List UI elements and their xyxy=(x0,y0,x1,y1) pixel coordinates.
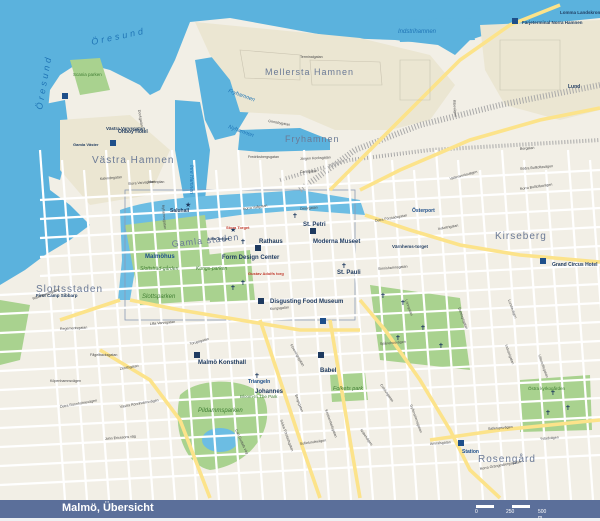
street-label-0: Terminalgatan xyxy=(300,55,323,59)
landmark-label-7: Malmö Konsthall xyxy=(198,360,246,366)
street-label-11: Köpenhamnsvägen xyxy=(50,379,81,383)
landmark-label-22: Värnhems-torget xyxy=(392,244,429,249)
park-kungsparken: Kungs-parken xyxy=(196,266,227,272)
map-canvas: ✝✝✝✝★★✝✝✝✝✝✝✝✝✝✝ ÖresundÖresundIndstriha… xyxy=(0,0,600,500)
street-label-10: Fågelbacksgatan xyxy=(90,353,117,357)
landmark-label-10: Babel xyxy=(320,368,337,374)
map-title: Malmö, Übersicht xyxy=(62,502,154,514)
district-fryhamnen: Fryhamnen xyxy=(285,134,340,144)
cemetery-cross-icon-2: ✝ xyxy=(420,324,426,332)
park-slottstradgarden: Slottsträd-gården xyxy=(140,265,179,272)
landmark-label-3: Moderna Museet xyxy=(313,239,360,245)
landmark-label-1: St. Petri xyxy=(303,222,326,228)
landmark-label-2: Rathaus xyxy=(259,239,283,245)
park-ostra-kyrkogarden: Östra kyrkogården xyxy=(528,385,566,391)
museum-icon-5 xyxy=(194,352,200,358)
landmark-label-11: Saluhall xyxy=(170,208,190,214)
church-icon-3: ✝ xyxy=(341,262,347,270)
cemetery-cross-icon-5: ✝ xyxy=(230,284,236,292)
landmark-label-14: Gamla Väster xyxy=(73,142,99,147)
water-label-industrihamnen: Indstrihamnen xyxy=(398,29,437,35)
scale-label-250: 250 xyxy=(506,509,515,515)
hotel-icon xyxy=(110,140,116,146)
district-kirseberg: Kirseberg xyxy=(495,231,547,242)
landmark-label-24: Västra Varvsgatan xyxy=(106,126,145,131)
landmark-label-17: Gustav Adolfs torg xyxy=(248,271,284,276)
info-icon xyxy=(62,93,68,99)
park-folkets: Folkets park xyxy=(333,386,363,392)
landmark-label-15: Stora Torget xyxy=(226,225,250,230)
landmark-label-23: Station xyxy=(462,449,479,455)
cemetery-cross-icon-8: ✝ xyxy=(565,404,571,412)
park-pildammsparken: Pildammsparken xyxy=(198,408,243,414)
landmark-label-16: Lilla Torget xyxy=(208,236,230,241)
map-footer: Malmö, Übersicht 0 250 500 m xyxy=(0,500,600,521)
museum-icon xyxy=(310,228,316,234)
landmark-label-12: Grand Circus Hotel xyxy=(552,262,598,268)
church-icon: ✝ xyxy=(292,212,298,220)
ferry-icon xyxy=(512,18,518,24)
station-icon xyxy=(458,440,464,446)
district-vastra-hamnen: Västra Hamnen xyxy=(92,155,174,166)
landmark-label-18: Färjeterminal Norra Hamnen xyxy=(522,20,583,25)
landmark-label-4: Form Design Center xyxy=(222,255,280,261)
cemetery-cross-icon-6: ✝ xyxy=(240,279,246,287)
info-icon-2 xyxy=(320,318,326,324)
scale-label-500: 500 m xyxy=(538,509,547,521)
landmark-label-21: Österport xyxy=(412,207,435,214)
scale-bar-line xyxy=(476,505,548,508)
city-map[interactable]: ✝ ✝ ✝ ✝ ★ ★ ✝ ✝ ✝ ✝ ✝ ✝ ✝ ✝ ✝ ✝ Öresund Öresund Indstriha… xyxy=(0,0,600,500)
landmark-label-8: Triangeln xyxy=(248,379,270,385)
museum-icon-3 xyxy=(255,245,261,251)
church-icon-2: ✝ xyxy=(240,238,246,246)
hotel-icon-2 xyxy=(540,258,546,264)
cemetery-cross-icon-0: ✝ xyxy=(380,292,386,300)
scale-bar: 0 250 500 m xyxy=(475,503,548,521)
park-scania: Scania parken xyxy=(73,72,102,77)
scale-label-0: 0 xyxy=(475,509,478,515)
cemetery-cross-icon-9: ✝ xyxy=(545,409,551,417)
landmark-label-9: Johannes xyxy=(255,389,284,395)
landmark-label-6: St. Pauli xyxy=(337,270,361,276)
museum-icon-4 xyxy=(318,352,324,358)
water-label-inre-hamnen: Inre Hamnen xyxy=(188,165,194,194)
park-slottsparken: Slottsparken xyxy=(142,294,176,300)
street-label-48: Fredriksbergsgatan xyxy=(248,155,279,159)
landmark-label-19: Lomma Landskrona xyxy=(560,10,600,15)
landmark-label-20: Lund xyxy=(568,84,580,90)
museum-icon-2 xyxy=(258,298,264,304)
pildammen-lake xyxy=(202,428,238,452)
district-mellersta-hamnen: Mellersta Hamnen xyxy=(265,67,354,77)
landmark-label-5: Disgusting Food Museum xyxy=(270,299,343,305)
landmark-label-0: Malmöhus xyxy=(145,254,175,260)
cemetery-cross-icon-3: ✝ xyxy=(438,342,444,350)
